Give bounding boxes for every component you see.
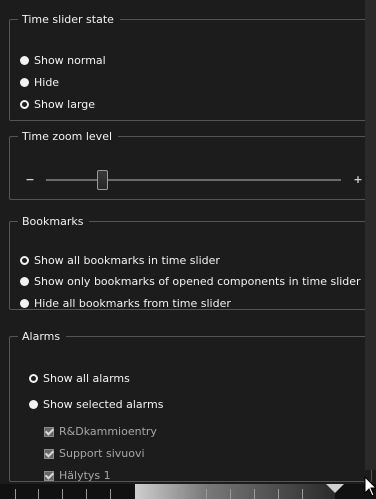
checkbox-checked[interactable] [44, 448, 54, 459]
zoom-slider-thumb[interactable] [97, 170, 108, 190]
settings-panel: Time slider state Show normal Hide Show … [0, 0, 376, 499]
alarms-group: Alarms Show all alarms Show selected ala… [9, 330, 372, 482]
radio-indicator[interactable] [20, 56, 29, 65]
zoom-in-icon[interactable]: + [352, 174, 364, 186]
radio-hide-all-bookmarks-label: Hide all bookmarks from time slider [34, 297, 231, 310]
bookmarks-title: Bookmarks [22, 215, 84, 228]
radio-show-opened-components-bookmarks-label: Show only bookmarks of opened components… [34, 275, 361, 288]
radio-show-all-bookmarks[interactable]: Show all bookmarks in time slider [20, 254, 220, 267]
radio-indicator[interactable] [29, 400, 38, 409]
time-zoom-level-title: Time zoom level [22, 130, 113, 143]
alarm-checkbox-label: Support sivuovi [59, 447, 145, 460]
radio-indicator-selected[interactable] [29, 374, 38, 383]
alarm-checkbox-label: R&Dkammioentry [59, 425, 157, 438]
checkbox-checked[interactable] [44, 470, 54, 481]
time-slider-highlight [135, 484, 335, 499]
alarm-checkbox-item[interactable]: Hälytys 1 [44, 469, 111, 482]
time-marker-icon[interactable] [326, 484, 344, 493]
radio-show-all-alarms[interactable]: Show all alarms [29, 372, 130, 385]
radio-show-large-label: Show large [34, 98, 96, 111]
alarm-checkbox-item[interactable]: R&Dkammioentry [44, 425, 157, 438]
radio-hide[interactable]: Hide [20, 76, 59, 89]
radio-show-selected-alarms[interactable]: Show selected alarms [29, 398, 163, 411]
alarm-checkbox-label: Hälytys 1 [59, 469, 111, 482]
timeline-tick [110, 489, 111, 499]
timeline-tick [230, 489, 231, 499]
time-slider-strip[interactable] [0, 484, 376, 499]
vertical-scrollbar[interactable] [365, 0, 376, 470]
alarms-title: Alarms [22, 330, 61, 343]
mouse-pointer-icon [364, 476, 376, 497]
zoom-slider-track[interactable] [46, 179, 341, 181]
radio-indicator-selected[interactable] [20, 100, 29, 109]
timeline-tick [278, 489, 279, 499]
radio-indicator[interactable] [20, 78, 29, 87]
radio-hide-all-bookmarks[interactable]: Hide all bookmarks from time slider [20, 297, 231, 310]
radio-indicator[interactable] [20, 299, 29, 308]
timeline-tick [302, 489, 303, 499]
bookmarks-group: Bookmarks Show all bookmarks in time sli… [9, 215, 372, 310]
timeline-tick [254, 489, 255, 499]
radio-show-all-bookmarks-label: Show all bookmarks in time slider [34, 254, 220, 267]
radio-show-normal[interactable]: Show normal [20, 54, 106, 67]
time-slider-state-title: Time slider state [22, 13, 114, 26]
timeline-tick [15, 489, 16, 499]
timeline-tick [62, 489, 63, 499]
time-slider-state-group: Time slider state Show normal Hide Show … [9, 13, 372, 121]
radio-show-large[interactable]: Show large [20, 98, 95, 111]
zoom-out-icon[interactable]: − [24, 174, 36, 186]
timeline-tick [38, 489, 39, 499]
time-zoom-level-group: Time zoom level − + [9, 130, 372, 200]
radio-hide-label: Hide [34, 76, 60, 89]
radio-show-selected-alarms-label: Show selected alarms [43, 398, 164, 411]
timeline-tick [206, 489, 207, 499]
timeline-tick [182, 489, 183, 499]
timeline-tick [86, 489, 87, 499]
radio-show-normal-label: Show normal [34, 54, 106, 67]
alarm-checkbox-item[interactable]: Support sivuovi [44, 447, 145, 460]
radio-indicator-selected[interactable] [20, 256, 29, 265]
checkbox-checked[interactable] [44, 426, 54, 437]
radio-show-all-alarms-label: Show all alarms [43, 372, 130, 385]
radio-show-opened-components-bookmarks[interactable]: Show only bookmarks of opened components… [20, 275, 361, 288]
radio-indicator[interactable] [20, 277, 29, 286]
